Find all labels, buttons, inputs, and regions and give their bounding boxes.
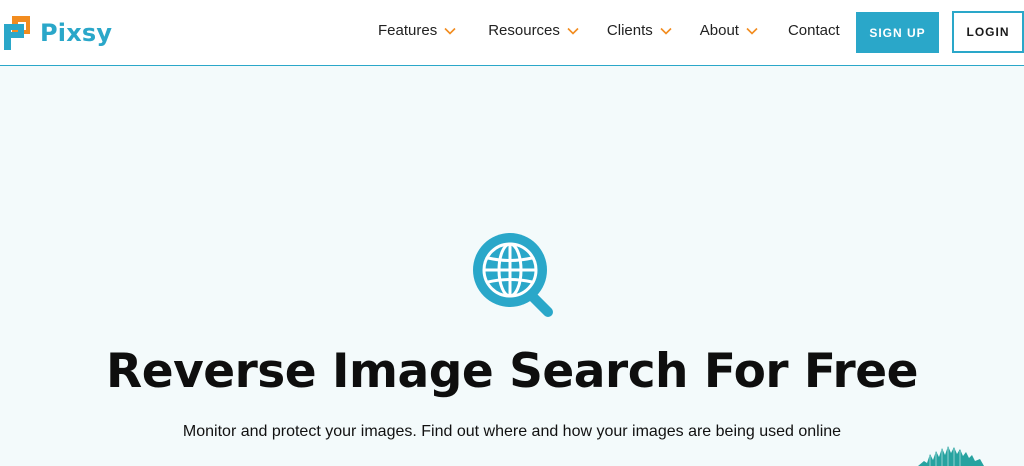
- nav-item-label: Contact: [787, 22, 840, 39]
- nav-item-label: About: [699, 22, 739, 39]
- main-menu: Features Resources Clients About Contact: [378, 22, 840, 39]
- nav-item-label: Resources: [488, 22, 560, 39]
- globe-search-icon: [473, 233, 553, 317]
- hero-subtitle: Monitor and protect your images. Find ou…: [182, 423, 842, 440]
- decorative-graphic-icon: [918, 446, 984, 466]
- chevron-down-icon: [660, 27, 672, 35]
- nav-item-features[interactable]: Features: [378, 22, 456, 39]
- pixsy-logo[interactable]: Pixsy: [4, 15, 112, 51]
- chevron-down-icon: [444, 27, 456, 35]
- pixsy-logo-mark-icon: [4, 16, 30, 50]
- login-button[interactable]: LOGIN: [952, 11, 1024, 53]
- chevron-down-icon: [567, 27, 579, 35]
- nav-item-about[interactable]: About: [700, 22, 758, 39]
- nav-item-resources[interactable]: Resources: [488, 22, 579, 39]
- chevron-down-icon: [746, 27, 758, 35]
- nav-item-clients[interactable]: Clients: [607, 22, 672, 39]
- top-navbar: Pixsy Features Resources Clients About C…: [0, 0, 1024, 66]
- nav-item-label: Clients: [606, 22, 653, 39]
- nav-item-contact[interactable]: Contact: [788, 22, 840, 39]
- hero-title: Reverse Image Search For Free: [106, 344, 918, 399]
- sign-up-button[interactable]: SIGN UP: [856, 12, 939, 53]
- brand-name: Pixsy: [40, 19, 113, 47]
- nav-item-label: Features: [378, 22, 438, 39]
